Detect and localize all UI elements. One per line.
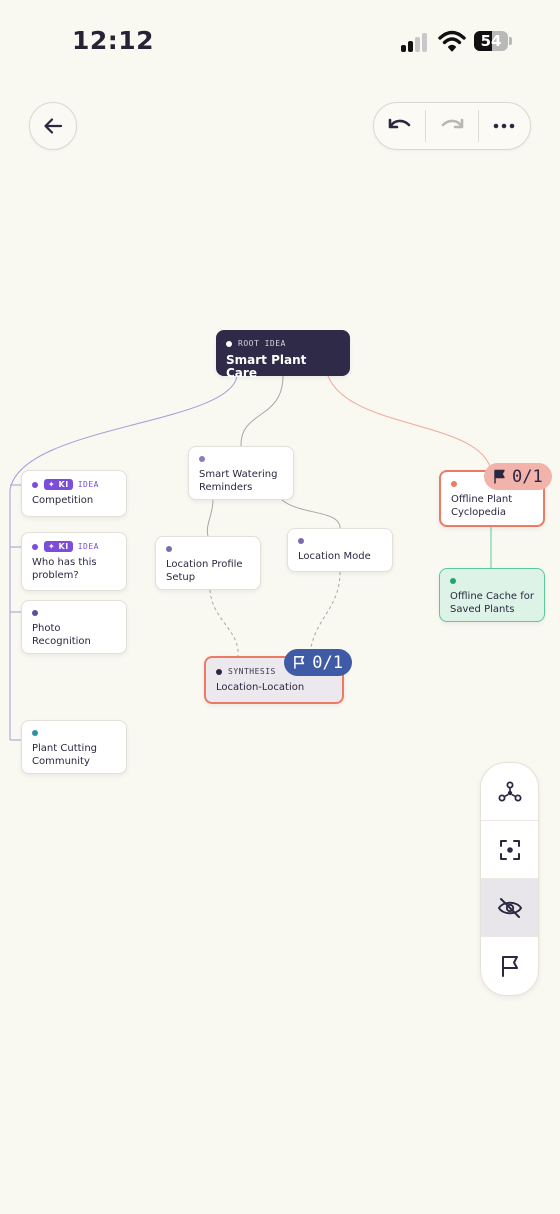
node-dot xyxy=(451,481,457,487)
flag-count: 0/1 xyxy=(312,652,343,673)
flag-filled-icon xyxy=(494,469,505,484)
node-dot xyxy=(216,668,222,675)
node-tag: IDEA xyxy=(77,480,99,489)
graph-layout-button[interactable] xyxy=(481,763,538,821)
node-title: Location Mode xyxy=(298,551,371,562)
flag-icon xyxy=(501,956,518,977)
node-dot xyxy=(32,610,38,616)
node-title: Location-Location xyxy=(216,682,305,693)
eye-off-icon xyxy=(497,897,522,918)
node-title: Photo Recognition xyxy=(32,623,91,647)
node-tag: IDEA xyxy=(77,542,99,551)
node-title: Offline Cache for Saved Plants xyxy=(450,591,535,615)
synthesis-flag-badge[interactable]: 0/1 xyxy=(284,649,352,676)
who-has-problem-node[interactable]: ✦ KI IDEA Who has this problem? xyxy=(21,532,127,591)
node-dot xyxy=(298,538,304,544)
node-dot xyxy=(199,456,205,462)
ki-badge: ✦ KI xyxy=(44,541,73,552)
flag-outline-icon xyxy=(294,656,305,669)
node-title: Offline Plant Cyclopedia xyxy=(451,494,513,518)
node-title: Smart Watering Reminders xyxy=(199,469,278,493)
root-idea-node[interactable]: ROOT IDEA Smart Plant Care xyxy=(216,330,350,380)
focus-button[interactable] xyxy=(481,821,538,879)
location-mode-node[interactable]: Location Mode xyxy=(287,528,393,572)
offline-flag-badge[interactable]: 0/1 xyxy=(484,463,552,490)
offline-cache-node[interactable]: Offline Cache for Saved Plants xyxy=(439,568,545,622)
photo-recognition-node[interactable]: Photo Recognition xyxy=(21,600,127,654)
graph-nodes-icon xyxy=(498,781,521,801)
plant-cutting-node[interactable]: Plant Cutting Community xyxy=(21,720,127,774)
view-toolbar xyxy=(480,762,539,996)
node-dot xyxy=(226,340,232,347)
node-dot xyxy=(450,578,456,584)
smart-watering-node[interactable]: Smart Watering Reminders xyxy=(188,446,294,500)
focus-frame-icon xyxy=(499,839,520,860)
node-dot xyxy=(32,730,38,736)
node-tag: ROOT IDEA xyxy=(238,339,286,348)
node-title: Competition xyxy=(32,495,94,506)
competition-node[interactable]: ✦ KI IDEA Competition xyxy=(21,470,127,517)
node-title: Smart Plant Care xyxy=(226,353,307,380)
flag-count: 0/1 xyxy=(512,466,543,487)
node-dot xyxy=(32,543,38,550)
node-dot xyxy=(32,481,38,488)
hide-toggle-button[interactable] xyxy=(481,879,538,937)
node-title: Location Profile Setup xyxy=(166,559,243,583)
node-title: Who has this problem? xyxy=(32,557,97,581)
location-profile-node[interactable]: Location Profile Setup xyxy=(155,536,261,590)
flag-filter-button[interactable] xyxy=(481,937,538,995)
ki-badge: ✦ KI xyxy=(44,479,73,490)
node-tag: SYNTHESIS xyxy=(228,667,276,676)
node-title: Plant Cutting Community xyxy=(32,743,97,767)
node-dot xyxy=(166,546,172,552)
